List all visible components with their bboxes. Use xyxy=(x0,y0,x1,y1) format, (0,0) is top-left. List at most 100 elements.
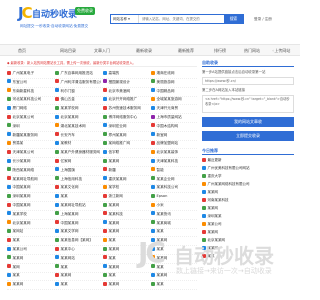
site-link[interactable]: 某某 xyxy=(7,272,53,279)
site-link[interactable]: 某某网址导航网 xyxy=(7,176,53,183)
site-link[interactable]: 小米 xyxy=(151,202,197,209)
recommend-item[interactable]: 某某公司 xyxy=(202,221,294,228)
site-link[interactable]: 天津开元商贸 xyxy=(151,105,197,112)
site-link[interactable]: 某某网 xyxy=(103,228,149,235)
site-link[interactable]: 北京市美酒网 xyxy=(103,88,149,95)
recommend-item[interactable]: 某某网 xyxy=(202,205,294,212)
site-link[interactable]: 某某网 xyxy=(55,272,101,279)
site-link[interactable]: 上海信用科技 xyxy=(55,176,101,183)
site-link[interactable]: 东宝公司 xyxy=(7,79,53,86)
site-link[interactable]: 某某户外健身器材服务网 xyxy=(55,149,101,156)
nav-item[interactable]: 排行榜 xyxy=(214,45,226,56)
nav-item[interactable]: 最新收录 xyxy=(136,45,152,56)
site-link[interactable]: 某某 xyxy=(7,237,53,244)
site-link[interactable]: 中国某某网 xyxy=(7,184,53,191)
recommend-item[interactable]: 重庆大学 xyxy=(202,173,294,180)
site-link[interactable]: 亿家网 xyxy=(55,158,101,165)
search-button[interactable]: 搜索 xyxy=(224,15,243,23)
site-link[interactable]: 某某 xyxy=(151,228,197,235)
site-link[interactable]: 某某科技公司 xyxy=(151,184,197,191)
recommend-item[interactable]: 广州某某网络科技有限公司 xyxy=(202,181,294,188)
site-link[interactable]: 某网站 xyxy=(7,228,53,235)
site-link[interactable]: 佛山五金 xyxy=(55,96,101,103)
recommend-item[interactable]: 某某网 xyxy=(202,189,294,196)
nav-item[interactable]: 热门网站 xyxy=(244,45,260,56)
site-link[interactable]: 利尔门窗 xyxy=(55,88,101,95)
site-link[interactable]: 深圳某某网 xyxy=(7,193,53,200)
search-category-select[interactable]: 网站名称 ▾ xyxy=(111,15,139,23)
site-link[interactable]: 河北某某科技公司 xyxy=(7,96,53,103)
site-link[interactable]: 中国精品网 xyxy=(151,88,197,95)
site-link[interactable]: 某某信息网【某网】 xyxy=(55,237,101,244)
site-link[interactable]: 某某网站 xyxy=(55,255,101,262)
site-link[interactable]: 贸易某 xyxy=(7,140,53,147)
site-url-field[interactable]: https://www.秒.cn/ xyxy=(202,77,294,85)
site-link[interactable]: 某某中心 xyxy=(55,246,101,253)
site-link[interactable]: 某某学校 xyxy=(7,211,53,218)
site-link[interactable]: 某某快讯 xyxy=(151,211,197,218)
recommend-item[interactable]: 河南某某科技 xyxy=(202,197,294,204)
recommend-item[interactable]: 深圳某某 xyxy=(202,213,294,220)
site-link[interactable]: 上海市质量网站 xyxy=(151,114,197,121)
site-link[interactable]: Epson xyxy=(151,193,197,200)
site-link[interactable]: 苏州快速技术服务网 xyxy=(103,105,149,112)
site-link[interactable]: 某某网 xyxy=(103,220,149,227)
link-code-box[interactable]: <a href="https://www.秒.cn" target="_blan… xyxy=(202,95,294,113)
site-link[interactable]: 中国木结构网 xyxy=(151,123,197,130)
site-link[interactable]: 某教材 xyxy=(55,140,101,147)
site-link[interactable]: 中国某某网 xyxy=(7,202,53,209)
site-link[interactable]: 长安汽车 xyxy=(55,132,101,139)
site-link[interactable]: 新疆 xyxy=(103,167,149,174)
recommend-item[interactable]: 广州优美科技有限公司网站 xyxy=(202,165,294,172)
site-link[interactable]: 某网络推广网 xyxy=(103,140,149,147)
site-link[interactable]: 某某 xyxy=(55,264,101,271)
nav-item[interactable]: 首页 xyxy=(18,45,26,56)
site-link[interactable]: 某某 xyxy=(55,193,101,200)
site-link[interactable]: 北京某某网 xyxy=(55,114,101,121)
submit-now-button[interactable]: 立即提交收录 xyxy=(202,131,294,141)
site-link[interactable]: 美丽旅游网 xyxy=(151,79,197,86)
site-link[interactable]: 北京某某网 xyxy=(7,220,53,227)
site-link[interactable]: 郑州某某网 xyxy=(103,132,149,139)
site-link[interactable]: 品牌加盟网站 xyxy=(151,140,197,147)
search-input[interactable] xyxy=(142,15,224,23)
site-link[interactable]: 某某学校网 xyxy=(55,105,101,112)
site-link[interactable]: 北京某某公司 xyxy=(7,114,53,121)
site-link[interactable]: 浙江新网 xyxy=(103,193,149,200)
site-link[interactable]: 某某科技 xyxy=(103,211,149,218)
site-link[interactable]: 上海某某网 xyxy=(55,211,101,218)
site-link[interactable]: 某某文学网 xyxy=(55,228,101,235)
site-link[interactable]: 中国某某网 xyxy=(55,220,101,227)
site-link[interactable]: 橙园景观设计 xyxy=(103,79,149,86)
site-link[interactable]: 北京某某装饰 xyxy=(151,149,197,156)
article-submit-button[interactable]: 我的网站文章收 xyxy=(202,117,294,127)
site-link[interactable]: 信宇联 xyxy=(103,149,149,156)
site-link[interactable]: 北京开开网络推广 xyxy=(103,96,149,103)
site-link[interactable]: 某某网址导航站 xyxy=(55,202,101,209)
site-link[interactable]: 天津某某科技 xyxy=(151,158,197,165)
site-link[interactable]: 重庆某某网 xyxy=(103,176,149,183)
site-link[interactable]: 某某 xyxy=(55,281,101,288)
site-link[interactable]: 某学校 xyxy=(103,184,149,191)
site-link[interactable]: 全城某某旅游网 xyxy=(151,96,197,103)
site-link[interactable]: 陕西某某网络 xyxy=(7,167,53,174)
site-link[interactable]: 湖北某某技术网 xyxy=(55,123,101,130)
site-link[interactable]: 某某文化网 xyxy=(55,184,101,191)
login-register-link[interactable]: 登录 / 注册 xyxy=(254,17,272,22)
site-link[interactable]: 深圳宏业网 xyxy=(103,123,149,130)
site-link[interactable]: 新宝网 xyxy=(151,132,197,139)
recommend-item[interactable]: 最近更新 xyxy=(202,157,294,164)
nav-item[interactable]: 最新推荐 xyxy=(178,45,194,56)
site-link[interactable]: 博洋网络服务中心 xyxy=(103,114,149,121)
site-link[interactable]: 某某企业网 xyxy=(151,176,197,183)
site-link[interactable]: 新疆某某服务网 xyxy=(7,132,53,139)
site-link[interactable]: 高端的 xyxy=(103,70,149,77)
recommend-item[interactable]: 某某网 xyxy=(202,229,294,236)
site-link[interactable]: 某某网 xyxy=(103,202,149,209)
site-link[interactable]: 天津某某公司 xyxy=(7,149,53,156)
nav-item[interactable]: ◦上传网站 xyxy=(272,45,290,56)
site-link[interactable]: 某某商城 xyxy=(151,220,197,227)
site-link[interactable]: 某某网 xyxy=(7,255,53,262)
site-link[interactable]: 某某公司 xyxy=(7,246,53,253)
site-link[interactable]: 上海国旗 xyxy=(55,167,101,174)
